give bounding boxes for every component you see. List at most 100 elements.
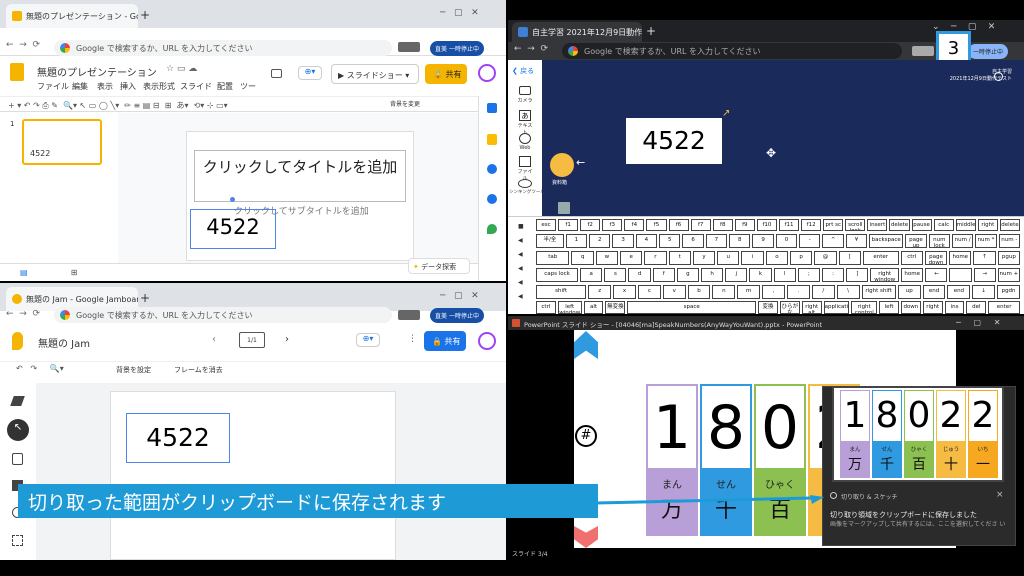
jam-logo-icon[interactable] bbox=[12, 332, 23, 350]
key-1-9[interactable]: 9 bbox=[752, 234, 774, 248]
key-3-10[interactable]: ; bbox=[797, 268, 820, 282]
key-2-8[interactable]: i bbox=[741, 251, 764, 265]
jam-textbox[interactable]: 4522 bbox=[126, 413, 230, 463]
key-0-8[interactable]: f8 bbox=[712, 219, 733, 231]
slides-add-button[interactable]: ⊕▾ bbox=[298, 66, 322, 80]
key-1-5[interactable]: 5 bbox=[659, 234, 681, 248]
key-1-8[interactable]: 8 bbox=[729, 234, 751, 248]
key-3-15[interactable]: ← bbox=[925, 268, 948, 282]
key-3-8[interactable]: k bbox=[749, 268, 772, 282]
key-0-21[interactable]: delete bbox=[999, 219, 1020, 231]
key-1-6[interactable]: 6 bbox=[682, 234, 704, 248]
key-5-15[interactable]: enter bbox=[988, 301, 1020, 314]
key-3-0[interactable]: caps lock bbox=[536, 268, 579, 282]
jam-add-button[interactable]: ⊕▾ bbox=[356, 333, 380, 347]
slides-nav-arrows-icon[interactable]: ← → ⟳ bbox=[6, 40, 40, 50]
study-new-tab-button[interactable]: + bbox=[646, 24, 656, 38]
grid-view-icon[interactable]: ▤ ⊞ bbox=[20, 268, 78, 277]
sticky-note-icon[interactable] bbox=[12, 453, 23, 465]
key-2-18[interactable]: pgup bbox=[997, 251, 1020, 265]
key-5-11[interactable]: down bbox=[900, 301, 921, 314]
key-4-7[interactable]: m bbox=[737, 285, 761, 299]
study-nav-arrows-icon[interactable]: ← → ⟳ bbox=[514, 44, 548, 54]
study-avatar-icon[interactable] bbox=[994, 72, 1003, 81]
camera-tool[interactable]: カメラ bbox=[516, 86, 534, 104]
key-1-4[interactable]: 4 bbox=[635, 234, 658, 248]
key-2-2[interactable]: w bbox=[595, 251, 618, 265]
key-0-2[interactable]: f2 bbox=[580, 219, 601, 231]
jam-extension-icons[interactable] bbox=[398, 310, 420, 320]
slides-slideshow-button[interactable]: ▶ スライドショー ▾ bbox=[331, 64, 419, 84]
ppt-window-controls[interactable]: ─ ▢ ✕ bbox=[956, 318, 1001, 327]
jam-pause-badge[interactable]: 直美 一時停止中 bbox=[430, 308, 484, 323]
key-2-7[interactable]: u bbox=[717, 251, 740, 265]
key-4-3[interactable]: c bbox=[637, 285, 661, 299]
back-button[interactable]: ❮ 戻る bbox=[512, 66, 534, 76]
trash-icon[interactable] bbox=[558, 202, 570, 214]
key-2-1[interactable]: q bbox=[571, 251, 594, 265]
material-box-button[interactable] bbox=[550, 153, 574, 177]
slides-menu-1[interactable]: 編集 bbox=[72, 81, 88, 92]
key-5-12[interactable]: right bbox=[922, 301, 943, 314]
maps-icon[interactable] bbox=[487, 224, 497, 234]
snip-close-button[interactable]: × bbox=[996, 490, 1004, 500]
key-3-1[interactable]: a bbox=[580, 268, 603, 282]
key-0-16[interactable]: delete bbox=[889, 219, 910, 231]
key-2-14[interactable]: ctrl bbox=[900, 251, 923, 265]
key-2-15[interactable]: page down bbox=[924, 251, 948, 265]
key-0-19[interactable]: middle bbox=[955, 219, 976, 231]
key-3-18[interactable]: num + bbox=[997, 268, 1020, 282]
key-0-14[interactable]: scroll lock bbox=[845, 219, 866, 231]
selection-handle[interactable] bbox=[230, 197, 235, 202]
key-5-5[interactable]: 変換 bbox=[758, 301, 778, 314]
key-5-13[interactable]: ins bbox=[944, 301, 965, 314]
key-0-9[interactable]: f9 bbox=[734, 219, 755, 231]
key-5-10[interactable]: left bbox=[879, 301, 899, 314]
key-0-0[interactable]: esc bbox=[536, 219, 557, 231]
key-1-13[interactable]: ¥ bbox=[845, 234, 868, 248]
key-0-15[interactable]: insert bbox=[867, 219, 888, 231]
slides-bg-button[interactable]: 背景を変更 bbox=[390, 99, 420, 108]
key-2-16[interactable]: home bbox=[949, 251, 972, 265]
key-1-2[interactable]: 2 bbox=[589, 234, 611, 248]
key-0-7[interactable]: f7 bbox=[690, 219, 711, 231]
key-3-5[interactable]: g bbox=[676, 268, 700, 282]
key-1-10[interactable]: 0 bbox=[775, 234, 798, 248]
key-0-1[interactable]: f1 bbox=[558, 219, 579, 231]
key-1-16[interactable]: num lock bbox=[928, 234, 950, 248]
key-3-9[interactable]: l bbox=[773, 268, 796, 282]
key-4-15[interactable]: end bbox=[947, 285, 971, 299]
key-5-3[interactable]: 無変換 bbox=[605, 301, 626, 314]
key-0-13[interactable]: prt sc bbox=[823, 219, 844, 231]
jam-more-icon[interactable]: ⋮ bbox=[408, 334, 417, 344]
calendar-icon[interactable] bbox=[487, 103, 497, 113]
slides-menu-5[interactable]: スライド bbox=[180, 81, 212, 92]
slides-tab[interactable]: 無題のプレゼンテーション - Google ス bbox=[6, 4, 138, 28]
web-tool[interactable]: Web bbox=[516, 133, 534, 151]
key-3-16[interactable] bbox=[949, 268, 972, 282]
slides-menu-0[interactable]: ファイル bbox=[37, 81, 69, 92]
key-4-10[interactable]: / bbox=[811, 285, 835, 299]
key-1-1[interactable]: 1 bbox=[565, 234, 588, 248]
key-2-5[interactable]: t bbox=[668, 251, 691, 265]
key-4-17[interactable]: pgdn bbox=[997, 285, 1020, 299]
key-5-9[interactable]: right control bbox=[851, 301, 878, 314]
explore-button[interactable]: ✦ データ探索 bbox=[408, 258, 470, 274]
key-1-18[interactable]: num * bbox=[975, 234, 997, 248]
key-2-0[interactable]: tab bbox=[536, 251, 570, 265]
key-3-17[interactable]: → bbox=[973, 268, 996, 282]
slides-menu-6[interactable]: 配置 bbox=[217, 81, 233, 92]
key-5-1[interactable]: left window bbox=[557, 301, 582, 314]
key-0-17[interactable]: pause bbox=[911, 219, 932, 231]
slide-thumbnail[interactable]: 4522 bbox=[22, 119, 102, 165]
slides-omnibox[interactable]: Google で検索するか、URL を入力してください bbox=[54, 40, 392, 56]
key-5-7[interactable]: right alt bbox=[801, 301, 822, 314]
key-2-11[interactable]: @ bbox=[814, 251, 837, 265]
slides-pause-badge[interactable]: 直美 一時停止中 bbox=[430, 41, 484, 56]
tasks-icon[interactable] bbox=[487, 164, 497, 174]
key-4-11[interactable]: \ bbox=[836, 285, 860, 299]
key-2-12[interactable]: [ bbox=[838, 251, 861, 265]
key-4-14[interactable]: end bbox=[922, 285, 946, 299]
slides-star-icon[interactable]: ☆ ▭ ☁ bbox=[166, 64, 197, 74]
key-2-4[interactable]: r bbox=[644, 251, 667, 265]
